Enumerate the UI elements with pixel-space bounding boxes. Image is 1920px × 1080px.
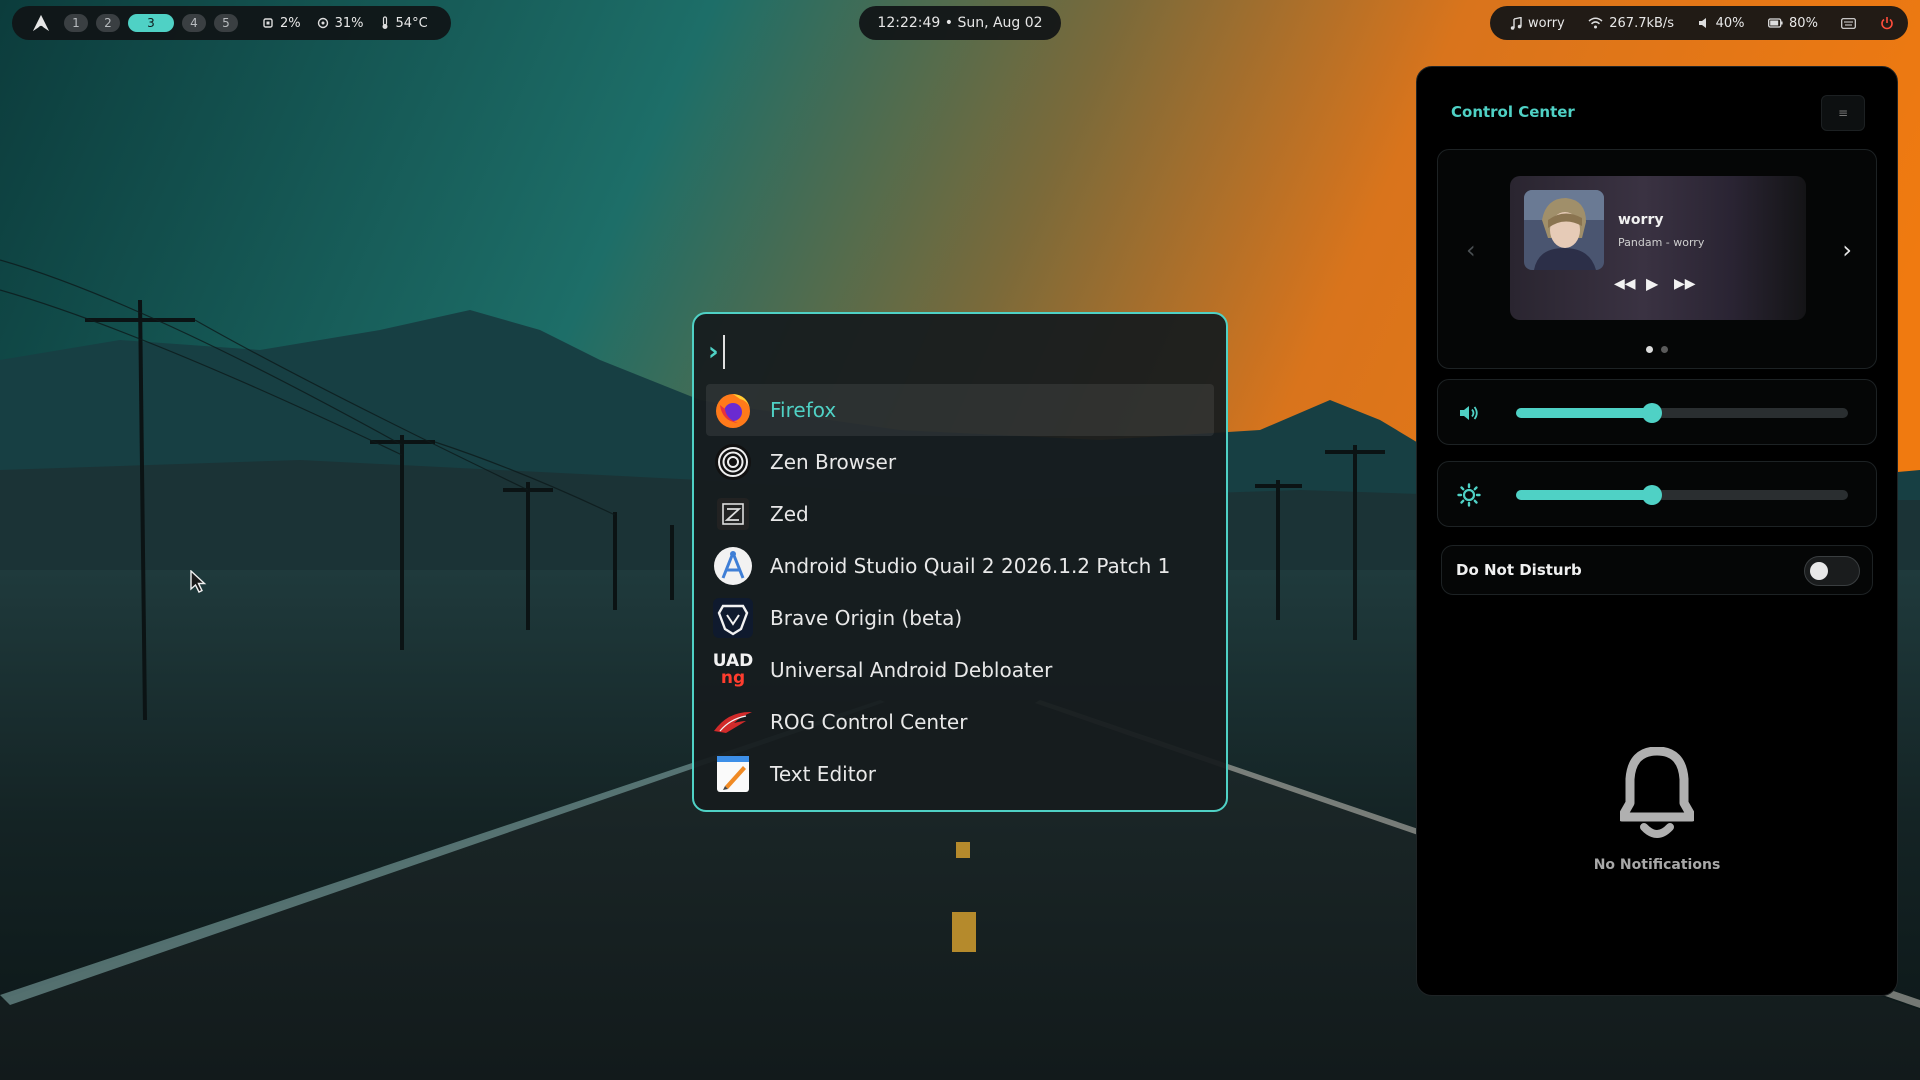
clock-text: 12:22:49 • Sun, Aug 02	[877, 15, 1043, 31]
media-page-dot[interactable]	[1661, 346, 1668, 353]
launcher-item-brave[interactable]: Brave Origin (beta)	[706, 592, 1214, 644]
volume-slider-handle[interactable]	[1642, 403, 1663, 423]
brave-icon	[712, 597, 754, 639]
media-player: worry Pandam - worry ◀◀ ▶ ▶▶	[1510, 176, 1806, 320]
brightness-slider-card	[1437, 461, 1877, 527]
power-icon[interactable]	[1880, 16, 1894, 30]
arch-logo-icon[interactable]	[32, 14, 50, 32]
volume-icon[interactable]	[1456, 400, 1482, 426]
network-indicator[interactable]: 267.7kB/s	[1588, 16, 1674, 31]
do-not-disturb-label: Do Not Disturb	[1456, 561, 1582, 579]
launcher-item-rog[interactable]: ROG Control Center	[706, 696, 1214, 748]
app-launcher: › Firefox Zen Browser Zed Android Studio Qu…	[692, 312, 1228, 812]
bell-icon	[1617, 746, 1697, 838]
temperature: 54°C	[380, 16, 428, 31]
volume-indicator[interactable]: 40%	[1698, 16, 1745, 31]
do-not-disturb-toggle[interactable]	[1804, 556, 1860, 586]
control-center-title: Control Center	[1451, 103, 1575, 121]
launcher-item-uad[interactable]: UAD ng Universal Android Debloater	[706, 644, 1214, 696]
media-page-dot[interactable]	[1646, 346, 1653, 353]
launcher-item-label: Android Studio Quail 2 2026.1.2 Patch 1	[770, 554, 1171, 578]
launcher-item-label: Text Editor	[770, 762, 876, 786]
media-page-indicator	[1438, 346, 1876, 353]
uad-icon-subtext: ng	[720, 668, 746, 688]
zed-icon	[712, 493, 754, 535]
launcher-search-row: ›	[708, 334, 1212, 370]
workspace-switcher: 12345	[64, 14, 246, 32]
battery-indicator[interactable]: 80%	[1768, 16, 1818, 31]
workspace-3-button[interactable]: 3	[128, 14, 174, 32]
launcher-item-zed[interactable]: Zed	[706, 488, 1214, 540]
do-not-disturb-card: Do Not Disturb	[1441, 545, 1873, 595]
cpu-icon	[263, 18, 273, 28]
launcher-item-label: Firefox	[770, 398, 837, 422]
track-title: worry	[1618, 212, 1664, 228]
control-center: Control Center ≡ ‹ worry Pandam - worry …	[1416, 66, 1898, 996]
android-studio-icon	[712, 545, 754, 587]
media-player-card: ‹ worry Pandam - worry ◀◀ ▶ ▶▶ ›	[1437, 149, 1877, 369]
memory-usage: 31%	[317, 16, 364, 31]
battery-icon	[1768, 18, 1783, 28]
rog-icon	[712, 701, 754, 743]
workspace-4-button[interactable]: 4	[182, 14, 206, 32]
clock[interactable]: 12:22:49 • Sun, Aug 02	[859, 6, 1061, 40]
volume-value: 40%	[1715, 15, 1745, 31]
launcher-item-text-editor[interactable]: Text Editor	[706, 748, 1214, 800]
brightness-slider-handle[interactable]	[1642, 485, 1663, 505]
launcher-item-label: Universal Android Debloater	[770, 658, 1053, 682]
workspace-1-button[interactable]: 1	[64, 14, 88, 32]
play-button[interactable]: ▶	[1646, 274, 1658, 293]
keyboard-icon[interactable]	[1841, 17, 1857, 29]
topbar-right: worry 267.7kB/s 40% 80%	[1490, 6, 1908, 40]
launcher-item-firefox[interactable]: Firefox	[706, 384, 1214, 436]
launcher-item-zen-browser[interactable]: Zen Browser	[706, 436, 1214, 488]
launcher-item-label: Brave Origin (beta)	[770, 606, 963, 630]
volume-slider[interactable]	[1516, 403, 1848, 423]
firefox-icon	[712, 389, 754, 431]
notifications-empty-state: No Notifications	[1417, 746, 1897, 873]
launcher-item-label: Zed	[770, 502, 809, 526]
launcher-app-list: Firefox Zen Browser Zed Android Studio Quai…	[706, 384, 1214, 800]
memory-icon	[317, 17, 328, 29]
mouse-cursor-icon	[190, 570, 207, 593]
uad-icon: UAD ng	[712, 649, 754, 691]
menu-icon[interactable]: ≡	[1821, 95, 1865, 131]
cpu-usage: 2%	[262, 16, 301, 31]
speaker-icon	[1698, 18, 1706, 28]
memory-value: 31%	[334, 15, 364, 31]
previous-player-icon[interactable]: ‹	[1466, 236, 1476, 264]
brightness-slider-fill	[1516, 490, 1653, 500]
launcher-item-android-studio[interactable]: Android Studio Quail 2 2026.1.2 Patch 1	[706, 540, 1214, 592]
workspace-2-button[interactable]: 2	[96, 14, 120, 32]
wifi-icon	[1588, 17, 1603, 29]
now-playing-indicator[interactable]: worry	[1510, 16, 1565, 31]
no-notifications-text: No Notifications	[1593, 857, 1721, 873]
topbar-left: 12345 2% 31% 54°C	[12, 6, 451, 40]
temperature-value: 54°C	[395, 15, 428, 31]
next-player-icon[interactable]: ›	[1842, 236, 1852, 264]
chevron-right-icon: ›	[708, 337, 719, 367]
launcher-item-label: ROG Control Center	[770, 710, 968, 734]
brightness-icon[interactable]	[1456, 482, 1482, 508]
zen-browser-icon	[712, 441, 754, 483]
brightness-slider[interactable]	[1516, 485, 1848, 505]
launcher-search-input[interactable]	[722, 335, 1212, 369]
battery-value: 80%	[1789, 15, 1818, 31]
now-playing-text: worry	[1528, 15, 1565, 31]
cpu-value: 2%	[280, 15, 301, 31]
workspace-5-button[interactable]: 5	[214, 14, 238, 32]
thermometer-icon	[382, 16, 388, 29]
launcher-item-label: Zen Browser	[770, 450, 897, 474]
text-editor-icon	[712, 753, 754, 795]
toggle-knob	[1810, 562, 1828, 580]
volume-slider-card	[1437, 379, 1877, 445]
music-note-icon	[1510, 16, 1522, 30]
album-art	[1524, 190, 1604, 270]
track-artist: Pandam - worry	[1618, 236, 1705, 249]
rewind-button[interactable]: ◀◀	[1614, 276, 1636, 292]
network-speed: 267.7kB/s	[1609, 15, 1675, 31]
fast-forward-button[interactable]: ▶▶	[1674, 276, 1696, 292]
volume-slider-fill	[1516, 408, 1653, 418]
